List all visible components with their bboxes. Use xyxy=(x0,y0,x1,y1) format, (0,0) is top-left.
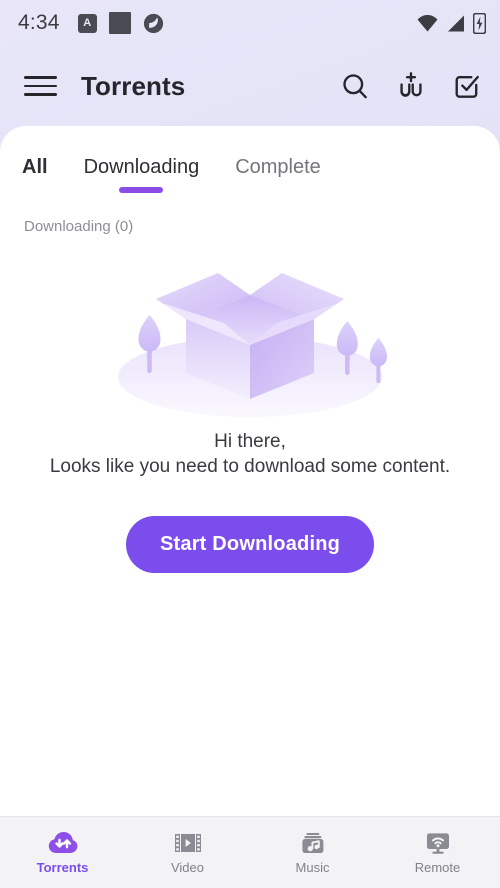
page-title: Torrents xyxy=(81,70,186,101)
tab-complete[interactable]: Complete xyxy=(235,156,321,193)
nav-item-remote[interactable]: Remote xyxy=(375,817,500,888)
bottom-navigation-bar: Torrents Video Music Remote xyxy=(0,816,500,888)
empty-state-text: Hi there, Looks like you need to downloa… xyxy=(0,429,500,480)
status-bar: 4:34 A xyxy=(0,0,500,46)
app-bar-actions xyxy=(340,71,482,101)
nav-label-torrents: Torrents xyxy=(36,860,89,875)
status-notification-icons: A xyxy=(77,12,164,34)
nav-label-music: Music xyxy=(295,860,330,875)
tab-downloading-label: Downloading xyxy=(83,156,200,178)
nav-item-torrents[interactable]: Torrents xyxy=(0,817,125,888)
app-bar: Torrents xyxy=(0,46,500,126)
letter-a-badge-icon: A xyxy=(77,13,97,33)
status-system-icons xyxy=(416,12,486,34)
hamburger-menu-icon[interactable] xyxy=(20,64,64,108)
wifi-icon xyxy=(417,14,438,31)
search-icon[interactable] xyxy=(340,71,370,101)
empty-state-line-2: Looks like you need to download some con… xyxy=(49,456,451,478)
phone-screen: 4:34 A Torrents All Downloading Complete… xyxy=(0,0,500,888)
nav-label-remote: Remote xyxy=(414,860,461,875)
tab-all-label: All xyxy=(22,156,48,178)
select-all-icon[interactable] xyxy=(452,71,482,101)
tab-active-indicator xyxy=(119,187,164,193)
cellular-signal-icon xyxy=(448,15,464,31)
nav-item-video[interactable]: Video xyxy=(125,817,250,888)
start-downloading-button[interactable]: Start Downloading xyxy=(125,515,375,573)
square-notification-icon xyxy=(108,12,131,34)
empty-box-illustration xyxy=(0,259,500,419)
remote-screen-wifi-icon xyxy=(424,830,452,856)
status-time: 4:34 xyxy=(18,11,60,34)
section-header-label: Downloading (0) xyxy=(24,218,134,235)
content-card: All Downloading Complete Downloading (0) xyxy=(0,126,500,816)
battery-charging-icon xyxy=(473,12,486,34)
cloud-transfer-icon xyxy=(48,830,78,856)
bittorrent-logo-icon xyxy=(143,13,163,33)
tab-bar: All Downloading Complete xyxy=(0,126,500,210)
empty-state-line-1: Hi there, xyxy=(214,431,286,452)
add-torrent-icon[interactable] xyxy=(396,71,426,101)
nav-item-music[interactable]: Music xyxy=(250,817,375,888)
music-box-icon xyxy=(299,830,327,856)
film-play-icon xyxy=(174,830,202,856)
tab-all[interactable]: All xyxy=(22,156,48,193)
nav-label-video: Video xyxy=(170,860,204,875)
tab-complete-label: Complete xyxy=(235,156,321,178)
cta-container: Start Downloading xyxy=(0,515,500,573)
tab-downloading[interactable]: Downloading xyxy=(83,156,200,193)
empty-box-graphic xyxy=(118,273,387,417)
